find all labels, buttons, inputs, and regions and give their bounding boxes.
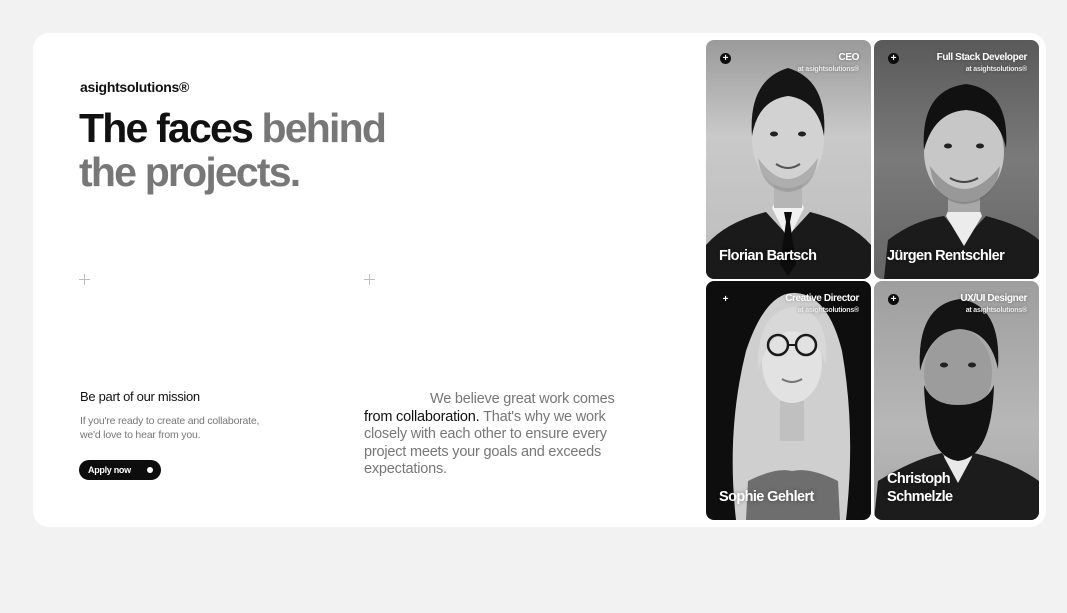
- team-card-sophie[interactable]: + Creative Director at asightsolutions® …: [706, 281, 871, 520]
- portrait-juergen: [884, 84, 1039, 279]
- add-icon[interactable]: +: [888, 53, 899, 64]
- member-name: Sophie Gehlert: [719, 489, 814, 505]
- member-role: Creative Director: [785, 293, 859, 304]
- apply-now-button[interactable]: Apply now: [79, 460, 161, 480]
- member-name: Jürgen Rentschler: [887, 248, 1005, 264]
- belief-paragraph: We believe great work comes from collabo…: [364, 391, 634, 479]
- add-icon[interactable]: +: [720, 53, 731, 64]
- member-role: Full Stack Developer: [936, 52, 1028, 63]
- team-card-juergen[interactable]: + Full Stack Developer at asightsolution…: [874, 40, 1039, 279]
- apply-now-label: Apply now: [88, 465, 131, 475]
- portrait-florian: [706, 68, 871, 279]
- member-company: at asightsolutions®: [797, 66, 859, 73]
- headline-dark: The faces: [79, 105, 254, 151]
- team-card-christoph[interactable]: + UX/UI Designer at asightsolutions® Chr…: [874, 281, 1039, 520]
- member-company: at asightsolutions®: [797, 307, 859, 314]
- team-card-florian[interactable]: + CEO at asightsolutions® Florian Bartsc…: [706, 40, 871, 279]
- member-name: Christoph Schmelzle: [887, 471, 953, 505]
- dot-icon: [147, 467, 153, 473]
- member-role: UX/UI Designer: [960, 293, 1027, 304]
- member-company: at asightsolutions®: [965, 66, 1027, 73]
- brand-logo[interactable]: asightsolutions®: [80, 79, 189, 95]
- page-title: The faces behind the projects.: [79, 106, 439, 194]
- belief-emphasis: from collaboration.: [364, 408, 480, 425]
- belief-lead: We believe great work comes: [430, 391, 615, 407]
- mission-text: If you're ready to create and collaborat…: [80, 415, 260, 441]
- add-icon[interactable]: +: [720, 294, 731, 305]
- portrait-sophie: [732, 292, 851, 520]
- plus-decoration-icon: [364, 274, 375, 285]
- member-name: Florian Bartsch: [719, 248, 817, 264]
- plus-decoration-icon: [79, 274, 90, 285]
- mission-title: Be part of our mission: [80, 389, 200, 404]
- add-icon[interactable]: +: [888, 294, 899, 305]
- member-company: at asightsolutions®: [965, 307, 1027, 314]
- member-role: CEO: [838, 52, 860, 63]
